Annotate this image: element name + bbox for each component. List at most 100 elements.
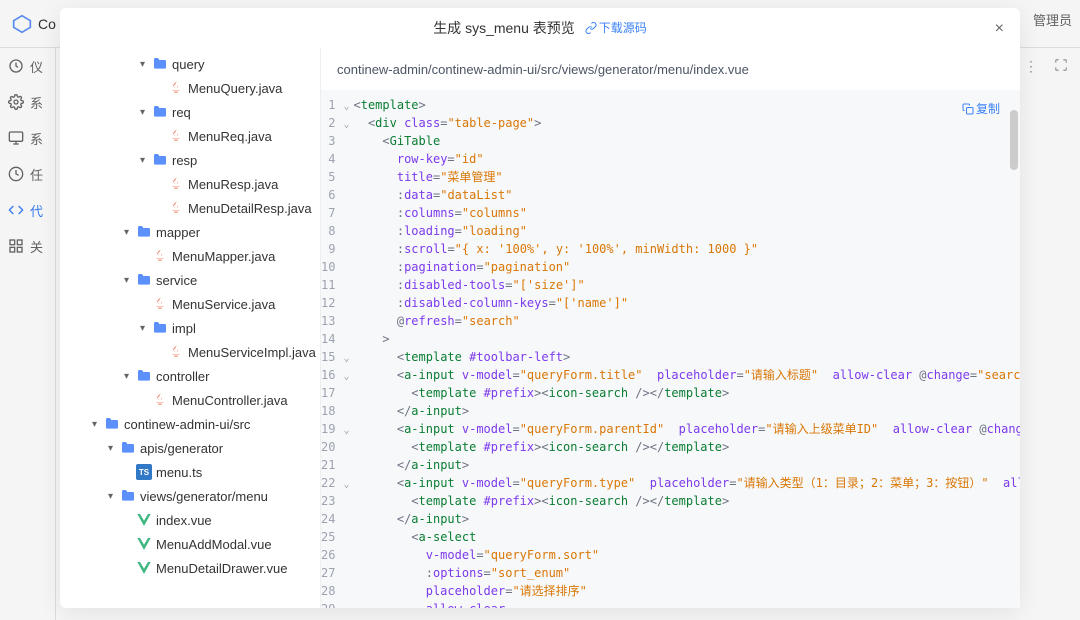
caret-icon[interactable]: ▾ bbox=[140, 155, 150, 166]
tree-item[interactable]: MenuMapper.java bbox=[60, 244, 320, 268]
java-icon bbox=[168, 344, 184, 360]
fold-icon[interactable]: ⌄ bbox=[343, 96, 349, 114]
tree-label: impl bbox=[172, 321, 196, 336]
line-number: 16 bbox=[321, 366, 343, 384]
code-line: 29 allow-clear bbox=[321, 600, 1020, 608]
java-icon bbox=[168, 200, 184, 216]
java-icon bbox=[152, 248, 168, 264]
tree-item[interactable]: ▾service bbox=[60, 268, 320, 292]
code-text: <a-input v-model="queryForm.parentId" pl… bbox=[349, 420, 1020, 438]
caret-icon[interactable]: ▾ bbox=[140, 107, 150, 118]
code-line: 7 :columns="columns" bbox=[321, 204, 1020, 222]
code-text: <a-input v-model="queryForm.type" placeh… bbox=[349, 474, 1020, 492]
code-line: 4 row-key="id" bbox=[321, 150, 1020, 168]
tree-item[interactable]: MenuService.java bbox=[60, 292, 320, 316]
code-text: <div class="table-page"> bbox=[349, 114, 1020, 132]
caret-icon[interactable]: ▾ bbox=[92, 419, 102, 430]
file-tree-panel[interactable]: ▾ query MenuQuery.java ▾reqMenuReq.java▾res… bbox=[60, 48, 320, 608]
modal-header: 生成 sys_menu 表预览 下载源码 × bbox=[60, 8, 1020, 48]
folder-icon bbox=[152, 152, 168, 168]
caret-icon[interactable]: ▾ bbox=[108, 491, 118, 502]
tree-item[interactable]: ▾views/generator/menu bbox=[60, 484, 320, 508]
fold-icon[interactable]: ⌄ bbox=[343, 420, 349, 438]
scrollbar-vertical[interactable] bbox=[1010, 110, 1018, 170]
tree-label: query bbox=[172, 57, 205, 72]
line-number: 2 bbox=[321, 114, 343, 132]
code-area[interactable]: 复制 1⌄<template>2⌄ <div class="table-page… bbox=[321, 90, 1020, 608]
code-text: title="菜单管理" bbox=[349, 168, 1020, 186]
line-number: 29 bbox=[321, 600, 343, 608]
tree-item[interactable]: MenuResp.java bbox=[60, 172, 320, 196]
caret-icon[interactable]: ▾ bbox=[124, 275, 134, 286]
tree-item[interactable]: ▾ apis/generator bbox=[60, 436, 320, 460]
close-button[interactable]: × bbox=[995, 20, 1004, 38]
fold-icon[interactable]: ⌄ bbox=[343, 474, 349, 492]
tree-item[interactable]: ▾ query bbox=[60, 52, 320, 76]
line-number: 12 bbox=[321, 294, 343, 312]
line-number: 13 bbox=[321, 312, 343, 330]
modal-title: 生成 sys_menu 表预览 bbox=[433, 18, 575, 38]
code-text: @refresh="search" bbox=[349, 312, 1020, 330]
tree-item[interactable]: ▾continew-admin-ui/src bbox=[60, 412, 320, 436]
copy-label: 复制 bbox=[976, 100, 1000, 117]
caret-icon[interactable]: ▾ bbox=[124, 227, 134, 238]
tree-item[interactable]: index.vue bbox=[60, 508, 320, 532]
code-text: <GiTable bbox=[349, 132, 1020, 150]
tree-item[interactable]: ▾resp bbox=[60, 148, 320, 172]
code-line: 22⌄ <a-input v-model="queryForm.type" pl… bbox=[321, 474, 1020, 492]
link-icon bbox=[585, 22, 597, 34]
tree-item[interactable]: MenuAddModal.vue bbox=[60, 532, 320, 556]
download-source-link[interactable]: 下载源码 bbox=[585, 19, 647, 36]
ts-icon: TS bbox=[136, 464, 152, 480]
caret-icon[interactable]: ▾ bbox=[140, 59, 150, 70]
fold-icon[interactable]: ⌄ bbox=[343, 348, 349, 366]
folder-icon bbox=[136, 224, 152, 240]
folder-icon bbox=[152, 56, 168, 72]
caret-icon[interactable]: ▾ bbox=[108, 443, 118, 454]
line-number: 23 bbox=[321, 492, 343, 510]
vue-icon bbox=[136, 536, 152, 552]
code-line: 5 title="菜单管理" bbox=[321, 168, 1020, 186]
tree-item[interactable]: ▾ impl bbox=[60, 316, 320, 340]
modal-overlay: 生成 sys_menu 表预览 下载源码 × ▾ query MenuQuery.j… bbox=[0, 0, 1080, 620]
caret-icon[interactable]: ▾ bbox=[124, 371, 134, 382]
code-text: </a-input> bbox=[349, 402, 1020, 420]
code-line: 6 :data="dataList" bbox=[321, 186, 1020, 204]
line-number: 19 bbox=[321, 420, 343, 438]
tree-item[interactable]: MenuReq.java bbox=[60, 124, 320, 148]
code-line: 8 :loading="loading" bbox=[321, 222, 1020, 240]
line-number: 22 bbox=[321, 474, 343, 492]
tree-item[interactable]: MenuQuery.java bbox=[60, 76, 320, 100]
code-line: 25 <a-select bbox=[321, 528, 1020, 546]
tree-item[interactable]: ▾mapper bbox=[60, 220, 320, 244]
tree-item[interactable]: MenuDetailDrawer.vue bbox=[60, 556, 320, 580]
code-line: 11 :disabled-tools="['size']" bbox=[321, 276, 1020, 294]
fold-icon[interactable]: ⌄ bbox=[343, 366, 349, 384]
tree-label: apis/generator bbox=[140, 441, 223, 456]
caret-icon[interactable]: ▾ bbox=[140, 323, 150, 334]
fold-icon[interactable]: ⌄ bbox=[343, 114, 349, 132]
code-text: :disabled-column-keys="['name']" bbox=[349, 294, 1020, 312]
code-text: <template #toolbar-left> bbox=[349, 348, 1020, 366]
code-line: 20 <template #prefix><icon-search /></te… bbox=[321, 438, 1020, 456]
code-line: 9 :scroll="{ x: '100%', y: '100%', minWi… bbox=[321, 240, 1020, 258]
tree-label: MenuMapper.java bbox=[172, 249, 275, 264]
folder-icon bbox=[104, 416, 120, 432]
line-number: 24 bbox=[321, 510, 343, 528]
tree-item[interactable]: TSmenu.ts bbox=[60, 460, 320, 484]
folder-icon bbox=[136, 368, 152, 384]
line-number: 21 bbox=[321, 456, 343, 474]
tree-item[interactable]: MenuDetailResp.java bbox=[60, 196, 320, 220]
line-number: 4 bbox=[321, 150, 343, 168]
java-icon bbox=[168, 176, 184, 192]
copy-button[interactable]: 复制 bbox=[962, 100, 1000, 117]
tree-label: MenuQuery.java bbox=[188, 81, 282, 96]
tree-label: MenuAddModal.vue bbox=[156, 537, 272, 552]
line-number: 10 bbox=[321, 258, 343, 276]
code-panel: continew-admin/continew-admin-ui/src/vie… bbox=[320, 48, 1020, 608]
tree-item[interactable]: ▾req bbox=[60, 100, 320, 124]
tree-item[interactable]: MenuServiceImpl.java bbox=[60, 340, 320, 364]
tree-item[interactable]: ▾controller bbox=[60, 364, 320, 388]
tree-item[interactable]: MenuController.java bbox=[60, 388, 320, 412]
code-text: <a-select bbox=[349, 528, 1020, 546]
